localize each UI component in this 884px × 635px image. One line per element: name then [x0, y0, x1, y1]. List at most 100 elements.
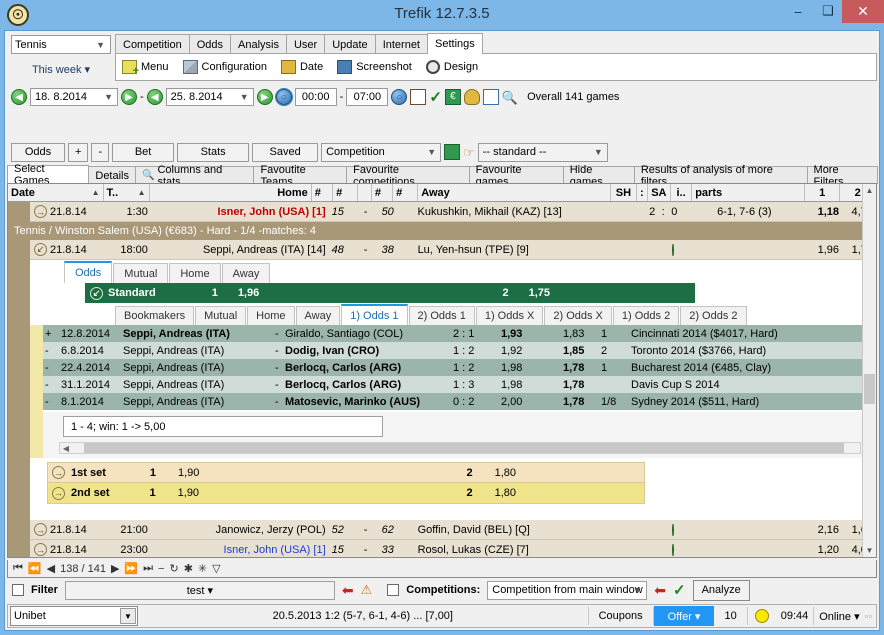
subtab-hide-games[interactable]: Hide games [562, 164, 635, 188]
column-header-sh[interactable]: SH [611, 184, 637, 201]
btab-odds-2-a[interactable]: 1) Odds 2 [612, 306, 680, 325]
column-header-hash-3[interactable]: # [372, 184, 394, 201]
expand-set-icon[interactable]: → [52, 486, 65, 500]
scroll-down-icon[interactable]: ▼ [863, 544, 876, 557]
collapse-row-icon[interactable]: ↙ [34, 243, 47, 256]
btab-odds-1-a[interactable]: 1) Odds 1 [341, 304, 408, 325]
table-row[interactable]: → 21.8.14 23:00 Isner, John (USA) [1] 15… [8, 539, 876, 557]
column-header-i[interactable]: i.. [671, 184, 693, 201]
period-select[interactable]: This week ▾ [11, 59, 111, 79]
column-header-blank[interactable] [358, 184, 372, 201]
minus-button[interactable]: - [91, 142, 110, 162]
subtab-favourite-games[interactable]: Favourite games [468, 164, 564, 188]
close-button[interactable]: ✕ [842, 0, 884, 23]
expand-row-icon[interactable]: → [34, 543, 47, 556]
btab-odds-x-b[interactable]: 2) Odds X [544, 306, 612, 325]
expand-set-icon[interactable]: → [52, 466, 65, 479]
nav-last-button[interactable]: ⏭ [143, 562, 153, 575]
set-row-2[interactable]: → 2nd set 1 1,90 2 1,80 [47, 483, 645, 504]
arrow-left-icon[interactable]: ⬅ [342, 583, 354, 597]
subtab-columns-and-stats[interactable]: 🔍 Columns and stats [135, 164, 255, 188]
expand-row-icon[interactable]: → [34, 523, 47, 536]
row-globe-cell[interactable] [632, 543, 714, 556]
row-globe-cell[interactable] [632, 523, 714, 536]
column-header-parts[interactable]: parts [692, 184, 805, 201]
odds-history-row[interactable]: - 6.8.2014 Seppi, Andreas (ITA) - Dodig,… [43, 342, 876, 359]
btab-odds-1-b[interactable]: 2) Odds 1 [408, 306, 475, 325]
btab-odds-2-b[interactable]: 2) Odds 2 [680, 306, 747, 325]
btab-home[interactable]: Home [247, 306, 295, 325]
calendar-icon[interactable] [410, 89, 427, 105]
scroll-up-icon[interactable]: ▲ [863, 184, 876, 197]
table-row[interactable]: → 21.8.14 21:00 Janowicz, Jerzy (POL) 52… [8, 519, 876, 540]
bet-button[interactable]: Bet [112, 142, 175, 162]
bulb-icon[interactable] [463, 89, 480, 105]
subtab-favourite-competitions[interactable]: Favourite competitions [346, 164, 470, 188]
date-from-input[interactable]: 18. 8.2014 ▼ [30, 88, 118, 106]
column-header-hash-2[interactable]: # [333, 184, 359, 201]
nav-next-button[interactable]: ▶ [111, 562, 119, 575]
odds-button[interactable]: Odds [11, 142, 65, 162]
detail-tab-odds[interactable]: Odds [64, 261, 113, 283]
sport-select[interactable]: Tennis ▼ [11, 35, 111, 54]
minimize-button[interactable]: – [784, 0, 812, 22]
nav-next-page-button[interactable]: ⏩ [124, 562, 138, 575]
saved-button[interactable]: Saved [252, 142, 319, 162]
time-to-input[interactable]: 07:00 [346, 88, 389, 106]
tab-update[interactable]: Update [324, 34, 376, 54]
online-select[interactable]: Online ▾ [814, 606, 864, 626]
subtab-details[interactable]: Details [88, 166, 136, 184]
row-globe-cell[interactable] [632, 243, 714, 256]
tab-odds[interactable]: Odds [188, 34, 231, 54]
subtab-favourite-teams[interactable]: Favoutite Teams [253, 164, 348, 188]
table-row[interactable]: → 21.8.14 1:30 Isner, John (USA) [1] 15 … [8, 201, 876, 222]
odds-history-row[interactable]: - 8.1.2014 Seppi, Andreas (ITA) - Matose… [43, 393, 876, 410]
date-from-prev-icon[interactable]: ◀ [11, 89, 27, 105]
filter-preset-select[interactable]: test ▾ [64, 580, 335, 600]
set-row-1[interactable]: → 1st set 1 1,90 2 1,80 [47, 462, 645, 483]
coupons-button[interactable]: Coupons [589, 606, 653, 626]
subtab-results-of-analysis[interactable]: Results of analysis of more filters [633, 164, 808, 188]
check-icon[interactable]: ✓ [429, 90, 442, 105]
column-header-away[interactable]: Away [418, 184, 611, 201]
ribbon-menu-button[interactable]: Menu [122, 60, 169, 77]
column-header-colon[interactable]: : [637, 184, 648, 201]
detail-tab-away[interactable]: Away [221, 263, 271, 283]
nav-filter-icon[interactable]: ▽ [212, 562, 220, 575]
tab-competition[interactable]: Competition [115, 34, 190, 54]
detail-horizontal-scrollbar[interactable]: ◀ [59, 442, 861, 454]
grid-vertical-scrollbar[interactable]: ▲ ▼ [862, 184, 876, 557]
bookmaker-select[interactable]: Unibet ▼ [10, 606, 138, 626]
status-lamp[interactable] [748, 606, 776, 626]
pointer-hand-icon[interactable]: ☞ [463, 146, 475, 159]
date-to-prev-icon[interactable]: ◀ [146, 89, 163, 105]
date-to-input[interactable]: 25. 8.2014 ▼ [165, 88, 254, 106]
date-from-next-icon[interactable]: ▶ [121, 89, 137, 105]
time-to-clock-icon[interactable]: ○ [391, 89, 408, 105]
arrow-left-icon[interactable]: ⬅ [654, 583, 666, 597]
column-header-home[interactable]: Home [150, 184, 312, 201]
column-header-hash-1[interactable]: # [312, 184, 334, 201]
subtab-more-filters[interactable]: More Filters [806, 164, 878, 188]
date-to-next-icon[interactable]: ▶ [256, 89, 273, 105]
btab-bookmakers[interactable]: Bookmakers [115, 306, 195, 325]
btab-away[interactable]: Away [295, 306, 341, 325]
column-header-hash-4[interactable]: # [393, 184, 419, 201]
time-from-clock-icon[interactable]: ○ [274, 88, 293, 106]
nav-star-alt-icon[interactable]: ✳ [198, 562, 207, 575]
ribbon-configuration-button[interactable]: Configuration [182, 60, 267, 74]
nav-prev-page-button[interactable]: ⏪ [28, 562, 42, 575]
offer-button[interactable]: Offer ▾ [653, 606, 715, 626]
tab-internet[interactable]: Internet [374, 34, 428, 54]
ribbon-design-button[interactable]: Design [425, 60, 478, 74]
scroll-left-icon[interactable]: ◀ [60, 444, 72, 453]
nav-prev-button[interactable]: ◀ [47, 562, 55, 575]
column-header-time[interactable]: T.. ▲ [104, 184, 150, 201]
save-filter-icon[interactable] [444, 144, 461, 160]
tab-user[interactable]: User [285, 34, 326, 54]
check-icon[interactable]: ✓ [673, 581, 686, 599]
analyze-button[interactable]: Analyze [692, 579, 750, 601]
nav-star-icon[interactable]: ✱ [184, 562, 193, 575]
detail-tab-mutual[interactable]: Mutual [113, 263, 169, 283]
column-header-odds1[interactable]: 1 [805, 184, 841, 201]
